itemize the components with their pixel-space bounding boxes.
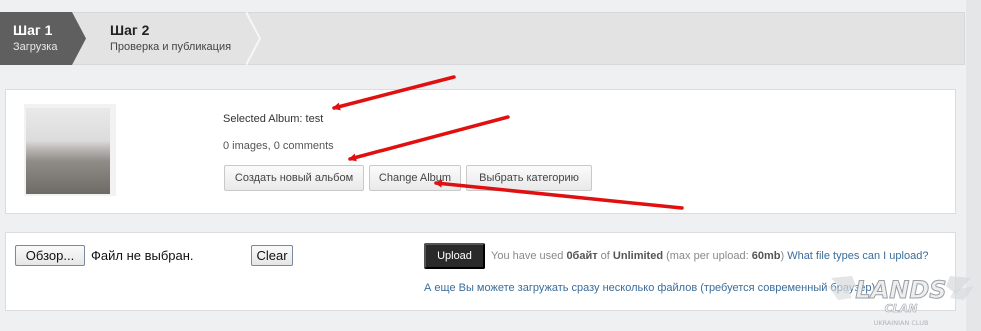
- annotation-arrow: [348, 115, 510, 162]
- clan-logo-watermark: LANDS CLAN UKRAINIAN CLUB: [828, 276, 974, 327]
- annotation-arrow: [332, 75, 456, 111]
- svg-text:CLAN: CLAN: [885, 302, 918, 315]
- svg-text:LANDS: LANDS: [855, 276, 946, 304]
- svg-text:UKRAINIAN CLUB: UKRAINIAN CLUB: [874, 319, 929, 327]
- upload-page: Шаг 1 Загрузка Шаг 2 Проверка и публикац…: [0, 0, 981, 331]
- annotation-arrow: [434, 179, 684, 210]
